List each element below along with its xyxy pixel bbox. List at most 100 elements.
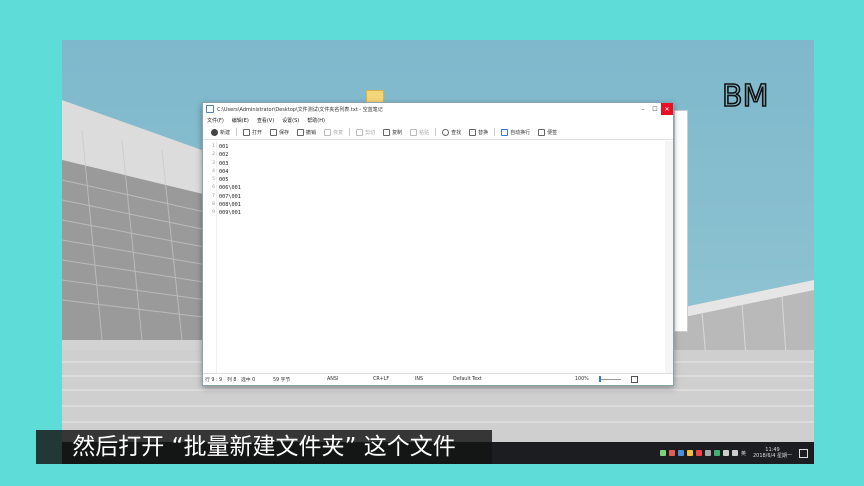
undo-label: 撤销 xyxy=(306,129,317,136)
copy-button[interactable]: 复制 xyxy=(381,128,404,136)
copy-label: 复制 xyxy=(392,129,403,136)
folder-icon[interactable] xyxy=(686,450,693,456)
network-icon[interactable] xyxy=(731,450,738,456)
line-number: 6 xyxy=(212,185,215,191)
redo-icon xyxy=(324,128,332,136)
paste-label: 粘贴 xyxy=(419,129,430,136)
status-zoom: 100% xyxy=(575,377,589,382)
text-line[interactable]: 005 xyxy=(219,176,673,184)
title-bar[interactable]: C:\Users\Administrator\Desktop\文件测试\文件夹名… xyxy=(203,103,673,115)
paste-icon xyxy=(410,128,418,136)
notepad-app-icon xyxy=(206,105,214,113)
replace-icon xyxy=(469,128,477,136)
text-line[interactable]: 009\001 xyxy=(219,209,673,217)
undo-button[interactable]: 撤销 xyxy=(295,128,318,136)
bm-logo: BM xyxy=(722,78,769,112)
save-label: 保存 xyxy=(279,129,290,136)
find-icon xyxy=(442,128,450,136)
zoom-slider-thumb[interactable] xyxy=(599,376,601,382)
maximize-button[interactable]: ☐ xyxy=(649,103,661,115)
open-folder-icon xyxy=(243,128,251,136)
status-selection: 选中 0 xyxy=(241,378,256,383)
status-bar: 行 9 : 9 列 8 选中 0 59 字节 ANSI CR+LF INS De… xyxy=(203,373,673,385)
replace-button[interactable]: 替换 xyxy=(467,128,490,136)
vertical-scrollbar[interactable] xyxy=(665,141,673,373)
speaker-icon[interactable] xyxy=(722,450,729,456)
new-file-icon xyxy=(211,128,218,136)
new-button[interactable]: 新建 xyxy=(209,128,232,136)
system-tray: 英 11:49 2018/6/4 星期一 xyxy=(659,442,808,464)
text-line[interactable]: 004 xyxy=(219,168,673,176)
note-button[interactable]: 便签 xyxy=(536,128,559,136)
app-icon[interactable] xyxy=(695,450,702,456)
status-line-ending[interactable]: CR+LF xyxy=(373,377,389,382)
cut-icon xyxy=(356,128,364,136)
toolbar-separator xyxy=(435,128,437,136)
editor-content[interactable]: 001 002 003 004 005 006\001 007\001 008\… xyxy=(217,141,673,373)
text-line[interactable]: 007\001 xyxy=(219,193,673,201)
status-position: 行 9 : 9 xyxy=(205,378,223,383)
redo-button[interactable]: 恢复 xyxy=(322,128,345,136)
text-editor[interactable]: 1 2 3 4 5 6 7 8 9 001 002 003 004 005 00… xyxy=(203,141,673,373)
replace-label: 替换 xyxy=(478,129,489,136)
line-number: 4 xyxy=(212,168,215,174)
save-icon xyxy=(270,128,278,136)
menu-settings[interactable]: 设置(S) xyxy=(282,117,299,124)
text-line[interactable]: 001 xyxy=(219,143,673,151)
taskbar-clock[interactable]: 11:49 2018/6/4 星期一 xyxy=(753,447,792,459)
menu-help[interactable]: 帮助(H) xyxy=(307,117,325,124)
line-number: 7 xyxy=(212,193,215,199)
text-line[interactable]: 003 xyxy=(219,160,673,168)
status-encoding[interactable]: ANSI xyxy=(327,377,338,382)
redo-label: 恢复 xyxy=(333,129,344,136)
status-font: Default Text xyxy=(453,377,482,382)
line-number-gutter: 1 2 3 4 5 6 7 8 9 xyxy=(203,141,217,373)
word-wrap-button[interactable]: 自动换行 xyxy=(499,128,532,136)
zoom-slider[interactable] xyxy=(601,379,621,380)
note-icon xyxy=(538,128,546,136)
line-number: 9 xyxy=(212,210,215,216)
status-size: 59 字节 xyxy=(273,378,291,383)
word-wrap-label: 自动换行 xyxy=(510,129,531,136)
background-window xyxy=(674,110,688,332)
ime-indicator[interactable]: 英 xyxy=(741,450,746,457)
cut-label: 剪切 xyxy=(365,129,376,136)
text-line[interactable]: 002 xyxy=(219,151,673,159)
line-number: 1 xyxy=(212,144,215,149)
status-column: 列 8 xyxy=(227,378,237,383)
cut-button[interactable]: 剪切 xyxy=(354,128,377,136)
menu-file[interactable]: 文件(F) xyxy=(207,117,224,124)
fit-screen-icon[interactable] xyxy=(631,376,638,383)
open-label: 打开 xyxy=(252,129,263,136)
undo-icon xyxy=(297,128,305,136)
line-number: 3 xyxy=(212,160,215,166)
app-icon[interactable] xyxy=(677,450,684,456)
line-number: 8 xyxy=(212,202,215,208)
status-mode: INS xyxy=(415,377,424,382)
app-icon[interactable] xyxy=(704,450,711,456)
text-line[interactable]: 008\001 xyxy=(219,201,673,209)
save-button[interactable]: 保存 xyxy=(268,128,291,136)
wrap-icon xyxy=(501,128,509,136)
find-label: 查找 xyxy=(451,129,462,136)
find-button[interactable]: 查找 xyxy=(440,128,463,136)
line-number: 5 xyxy=(212,177,215,183)
note-label: 便签 xyxy=(547,129,558,136)
minimize-button[interactable]: – xyxy=(637,103,649,115)
close-button[interactable]: ✕ xyxy=(661,103,673,115)
text-line[interactable]: 006\001 xyxy=(219,184,673,192)
menu-view[interactable]: 查看(V) xyxy=(257,117,274,124)
menu-edit[interactable]: 编辑(E) xyxy=(232,117,249,124)
wechat-icon[interactable] xyxy=(659,450,666,456)
app-icon[interactable] xyxy=(668,450,675,456)
video-subtitle: 然后打开 “批量新建文件夹” 这个文件 xyxy=(36,430,492,464)
app-icon[interactable] xyxy=(713,450,720,456)
open-button[interactable]: 打开 xyxy=(241,128,264,136)
toolbar: 新建 打开 保存 撤销 恢复 剪切 复制 粘贴 查找 替换 自动换行 便签 xyxy=(203,125,673,140)
notification-icon[interactable] xyxy=(799,448,808,458)
window-title: C:\Users\Administrator\Desktop\文件测试\文件夹名… xyxy=(217,106,383,113)
paste-button[interactable]: 粘贴 xyxy=(408,128,431,136)
toolbar-separator xyxy=(349,128,351,136)
clock-date: 2018/6/4 星期一 xyxy=(752,453,792,459)
line-number: 2 xyxy=(212,152,215,158)
